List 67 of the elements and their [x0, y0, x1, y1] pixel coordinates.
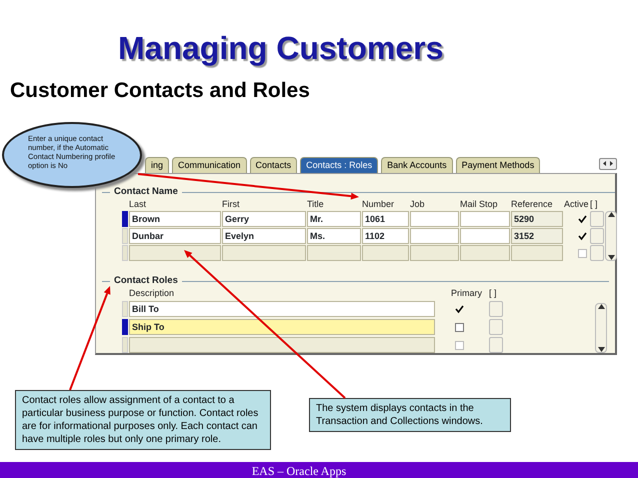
tab[interactable]: Bank Accounts — [381, 157, 453, 173]
tab[interactable]: Payment Methods — [456, 157, 540, 173]
input-field[interactable] — [129, 245, 221, 261]
column-header: Active — [564, 199, 589, 210]
tab-scroll-button[interactable] — [599, 158, 617, 170]
input-field[interactable] — [129, 337, 435, 353]
callout-box: Contact roles allow assignment of a contact to a particular business purpose or function. Contact roles are for informational purposes only. Each contact can have multiple roles but only one primary role. — [15, 390, 271, 450]
input-field[interactable]: 3152 — [511, 228, 563, 244]
input-field[interactable]: 1061 — [362, 211, 409, 227]
up-arrow-icon[interactable] — [598, 304, 604, 309]
input-field[interactable] — [511, 245, 563, 261]
column-header: Mail Stop — [460, 199, 499, 210]
column-header: Description — [129, 288, 176, 299]
slide-subtitle: Customer Contacts and Roles — [10, 78, 311, 104]
column-header: [ ] — [590, 199, 599, 210]
tab[interactable]: Communication — [172, 157, 247, 173]
input-field[interactable]: Brown — [129, 211, 221, 227]
input-field[interactable]: Mr. — [307, 211, 361, 227]
input-field[interactable] — [222, 245, 306, 261]
input-field[interactable] — [410, 228, 459, 244]
left-right-arrows-icon[interactable] — [603, 160, 613, 167]
checkbox[interactable] — [454, 322, 464, 332]
column-header: Last — [129, 199, 148, 210]
input-field[interactable]: Evelyn — [222, 228, 306, 244]
scrollbar[interactable] — [605, 211, 617, 261]
column-header: Title — [307, 199, 325, 210]
checked-checkbox[interactable] — [578, 232, 586, 240]
slide-title: Managing Customers — [118, 29, 444, 68]
input-field[interactable] — [410, 211, 459, 227]
input-field[interactable]: 5290 — [511, 211, 563, 227]
column-header: Job — [410, 199, 426, 210]
input-field[interactable] — [362, 245, 409, 261]
input-field[interactable] — [590, 228, 604, 244]
slide-footer: EAS – Oracle Apps — [0, 462, 638, 478]
input-field[interactable]: Ms. — [307, 228, 361, 244]
checkbox[interactable] — [578, 248, 586, 258]
down-arrow-icon[interactable] — [608, 255, 614, 260]
input-field[interactable] — [590, 245, 604, 261]
input-field[interactable] — [590, 211, 604, 227]
input-field[interactable] — [489, 337, 503, 353]
input-field[interactable]: Dunbar — [129, 228, 221, 244]
column-header: Primary — [451, 288, 483, 299]
input-field[interactable] — [460, 245, 510, 261]
column-header: First — [222, 199, 240, 210]
checked-checkbox[interactable] — [454, 304, 464, 314]
input-field[interactable] — [460, 228, 510, 244]
tab[interactable]: Contacts — [250, 157, 298, 173]
down-arrow-icon[interactable] — [598, 347, 604, 352]
column-header: Reference — [511, 199, 554, 210]
input-field[interactable] — [489, 301, 503, 317]
input-field[interactable]: Gerry — [222, 211, 306, 227]
input-field[interactable]: Ship To — [129, 319, 435, 335]
checked-checkbox[interactable] — [578, 214, 586, 224]
input-field[interactable] — [489, 319, 503, 335]
column-header: Number — [362, 199, 396, 210]
input-field[interactable]: 1102 — [362, 228, 409, 244]
input-field[interactable]: Bill To — [129, 301, 435, 317]
input-field[interactable] — [410, 245, 459, 261]
column-header: [ ] — [489, 288, 498, 299]
checkbox[interactable] — [454, 340, 464, 350]
scrollbar[interactable] — [595, 303, 607, 353]
tab[interactable]: ing — [145, 157, 170, 173]
input-field[interactable] — [460, 211, 510, 227]
callout-box: The system displays contacts in the Transaction and Collections windows. — [309, 398, 511, 432]
up-arrow-icon[interactable] — [608, 212, 614, 217]
tab[interactable]: Contacts : Roles — [300, 157, 378, 173]
input-field[interactable] — [307, 245, 361, 261]
